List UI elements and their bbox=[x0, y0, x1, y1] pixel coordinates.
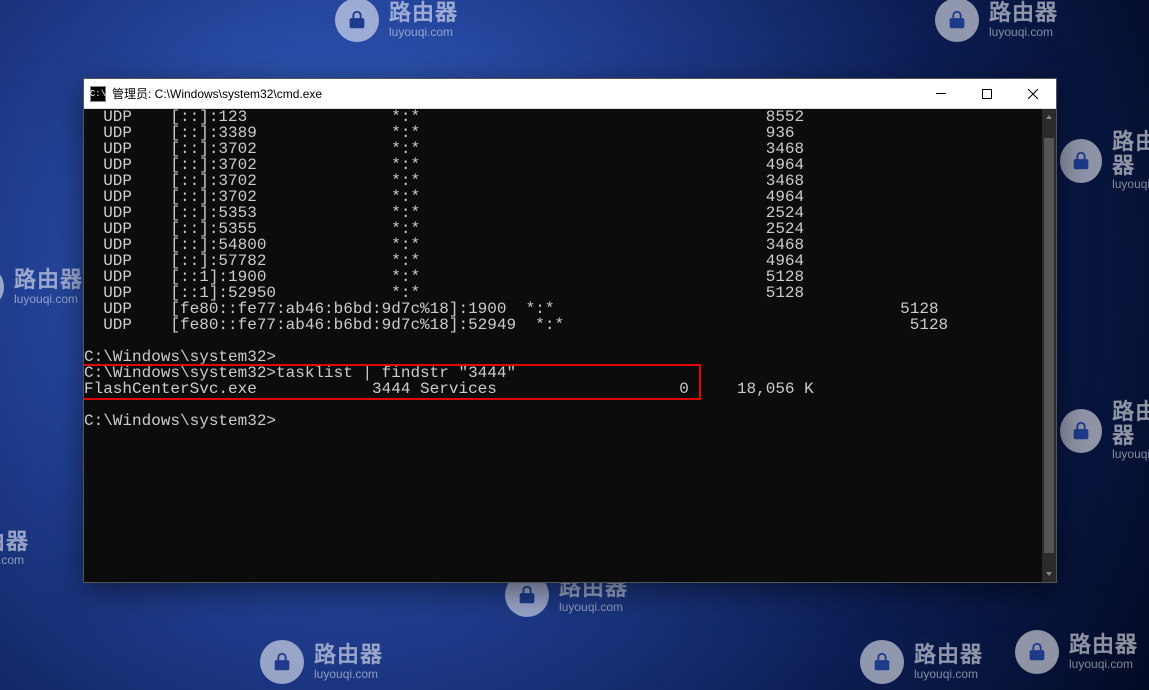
watermark-en: luyouqi.com bbox=[314, 668, 383, 681]
scroll-down-button[interactable] bbox=[1042, 566, 1056, 582]
watermark: 路由器 luyouqi.com bbox=[1015, 630, 1138, 674]
watermark-cn: 路由器 bbox=[14, 268, 83, 292]
watermark-en: luyouqi.com bbox=[559, 601, 628, 614]
terminal-line: C:\Windows\system32> bbox=[84, 349, 1042, 365]
terminal-line: UDP [::]:5353 *:* 2524 bbox=[84, 205, 1042, 221]
terminal-area[interactable]: UDP [::]:123 *:* 8552 UDP [::]:3389 *:* … bbox=[84, 109, 1056, 582]
watermark-en: luyouqi.com bbox=[0, 554, 29, 567]
watermark-cn: 路由器 bbox=[1069, 633, 1138, 657]
scroll-up-button[interactable] bbox=[1042, 109, 1056, 125]
terminal-line: FlashCenterSvc.exe 3444 Services 0 18,05… bbox=[84, 381, 1042, 397]
lock-icon bbox=[1015, 630, 1059, 674]
watermark: 路由器 luyouqi.com bbox=[935, 0, 1058, 42]
terminal-line: UDP [::]:3702 *:* 3468 bbox=[84, 173, 1042, 189]
terminal-line bbox=[84, 333, 1042, 349]
terminal-line: UDP [::]:54800 *:* 3468 bbox=[84, 237, 1042, 253]
lock-icon bbox=[1060, 139, 1102, 183]
cmd-window: C:\ 管理员: C:\Windows\system32\cmd.exe UDP… bbox=[83, 78, 1057, 583]
minimize-button[interactable] bbox=[918, 79, 964, 109]
watermark-cn: 路由器 bbox=[1112, 130, 1149, 178]
terminal-line: UDP [::1]:52950 *:* 5128 bbox=[84, 285, 1042, 301]
terminal-line: UDP [fe80::fe77:ab46:b6bd:9d7c%18]:1900 … bbox=[84, 301, 1042, 317]
terminal-line: UDP [::]:57782 *:* 4964 bbox=[84, 253, 1042, 269]
watermark-cn: 路由器 bbox=[1112, 400, 1149, 448]
watermark: 路由器 luyouqi.com bbox=[1060, 400, 1149, 462]
scroll-thumb[interactable] bbox=[1044, 138, 1054, 553]
scrollbar-vertical[interactable] bbox=[1042, 109, 1056, 582]
watermark-en: luyouqi.com bbox=[914, 668, 983, 681]
watermark-en: luyouqi.com bbox=[989, 26, 1058, 39]
maximize-button[interactable] bbox=[964, 79, 1010, 109]
watermark-cn: 路由器 bbox=[989, 1, 1058, 25]
terminal-line bbox=[84, 397, 1042, 413]
terminal-line: UDP [::]:3702 *:* 4964 bbox=[84, 157, 1042, 173]
cmd-icon: C:\ bbox=[90, 86, 106, 102]
watermark: 路由器 luyouqi.com bbox=[1060, 130, 1149, 192]
watermark-en: luyouqi.com bbox=[14, 293, 83, 306]
titlebar[interactable]: C:\ 管理员: C:\Windows\system32\cmd.exe bbox=[84, 79, 1056, 109]
scroll-track[interactable] bbox=[1042, 125, 1056, 566]
terminal-line: UDP [::]:5355 *:* 2524 bbox=[84, 221, 1042, 237]
watermark: 路由器 luyouqi.com bbox=[335, 0, 458, 42]
terminal-line: UDP [::1]:1900 *:* 5128 bbox=[84, 269, 1042, 285]
watermark-cn: 路由器 bbox=[314, 643, 383, 667]
lock-icon bbox=[335, 0, 379, 42]
watermark-cn: 路由器 bbox=[0, 530, 29, 554]
terminal-line: UDP [::]:3702 *:* 4964 bbox=[84, 189, 1042, 205]
close-button[interactable] bbox=[1010, 79, 1056, 109]
watermark-cn: 路由器 bbox=[914, 643, 983, 667]
lock-icon bbox=[0, 265, 4, 309]
watermark: 路由器 luyouqi.com bbox=[0, 265, 83, 309]
lock-icon bbox=[935, 0, 979, 42]
terminal-line: UDP [fe80::fe77:ab46:b6bd:9d7c%18]:52949… bbox=[84, 317, 1042, 333]
terminal-output[interactable]: UDP [::]:123 *:* 8552 UDP [::]:3389 *:* … bbox=[84, 109, 1042, 582]
watermark: 路由器 luyouqi.com bbox=[860, 640, 983, 684]
watermark-cn: 路由器 bbox=[389, 1, 458, 25]
window-title: 管理员: C:\Windows\system32\cmd.exe bbox=[112, 85, 322, 102]
terminal-line: UDP [::]:3702 *:* 3468 bbox=[84, 141, 1042, 157]
terminal-line: UDP [::]:123 *:* 8552 bbox=[84, 109, 1042, 125]
watermark-en: luyouqi.com bbox=[1112, 178, 1149, 191]
terminal-line: C:\Windows\system32> bbox=[84, 413, 1042, 429]
watermark-en: luyouqi.com bbox=[389, 26, 458, 39]
watermark: 路由器 luyouqi.com bbox=[260, 640, 383, 684]
terminal-line: C:\Windows\system32>tasklist | findstr "… bbox=[84, 365, 1042, 381]
watermark-en: luyouqi.com bbox=[1069, 658, 1138, 671]
lock-icon bbox=[260, 640, 304, 684]
watermark: 路由器 luyouqi.com bbox=[0, 530, 29, 567]
lock-icon bbox=[1060, 409, 1102, 453]
watermark-en: luyouqi.com bbox=[1112, 448, 1149, 461]
lock-icon bbox=[860, 640, 904, 684]
terminal-line: UDP [::]:3389 *:* 936 bbox=[84, 125, 1042, 141]
